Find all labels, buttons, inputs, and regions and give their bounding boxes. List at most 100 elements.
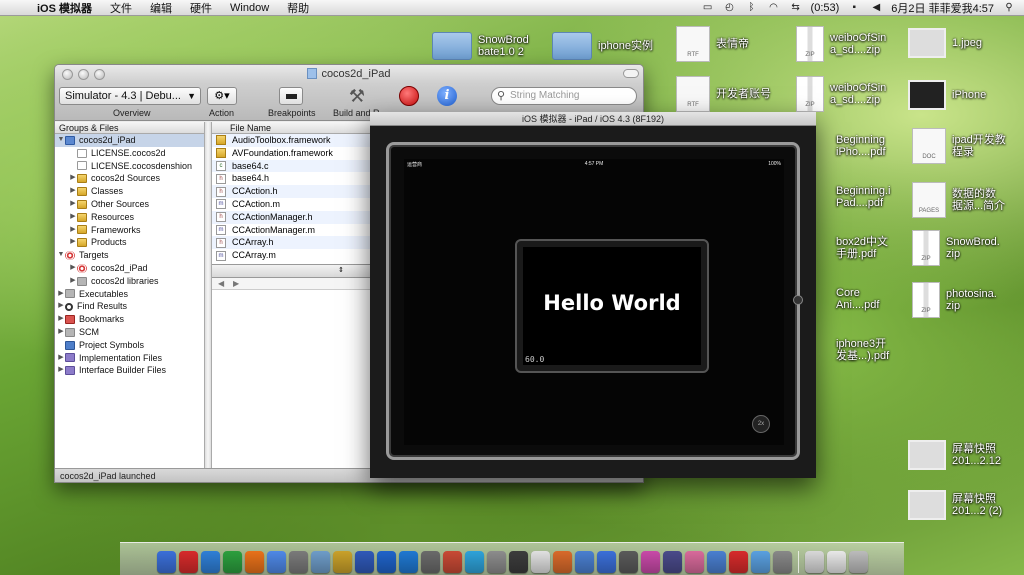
menu-help[interactable]: 帮助 — [278, 0, 318, 16]
simulator-titlebar[interactable]: iOS 模拟器 - iPad / iOS 4.3 (8F192) — [370, 112, 816, 126]
tree-item[interactable]: ▶ Products — [55, 236, 204, 249]
dock-app-icon[interactable] — [530, 551, 550, 573]
desktop-icon-screenshot[interactable]: 屏幕快照 201...2 (2) — [908, 490, 1002, 520]
stepper-icon[interactable]: ⇕ — [336, 266, 346, 276]
menu-clock[interactable]: 6月2日 菲菲爱我4:57 — [891, 0, 994, 16]
tree-item[interactable]: ▶ Other Sources — [55, 198, 204, 211]
dock-app-icon[interactable] — [618, 551, 638, 573]
disclosure-triangle-icon[interactable]: ▼ — [57, 134, 65, 147]
bluetooth-icon[interactable]: ᛒ — [745, 2, 759, 13]
dock-app-icon[interactable] — [222, 551, 242, 573]
dock-app-icon[interactable] — [156, 551, 176, 573]
home-button[interactable] — [793, 295, 803, 305]
display-icon[interactable]: ▭ — [701, 2, 715, 13]
wifi-icon[interactable]: ◠ — [767, 2, 781, 13]
disclosure-triangle-icon[interactable]: ▶ — [69, 198, 77, 211]
volume-icon[interactable]: ◀ — [869, 2, 883, 13]
dock-app-icon[interactable] — [596, 551, 616, 573]
tree-item[interactable]: ▶ Bookmarks — [55, 313, 204, 326]
desktop-icon-folder[interactable]: iphone实例 — [552, 32, 653, 60]
desktop-icon-file[interactable]: RTF 表情帝 — [676, 26, 749, 62]
tree-item[interactable]: ▶ Implementation Files — [55, 352, 204, 365]
dock-app-icon[interactable] — [574, 551, 594, 573]
dock-app-icon[interactable] — [728, 551, 748, 573]
disclosure-triangle-icon[interactable]: ▶ — [57, 326, 65, 339]
disclosure-triangle-icon[interactable]: ▶ — [69, 262, 77, 275]
dock-app-icon[interactable] — [442, 551, 462, 573]
desktop-icon-screenshot[interactable]: 屏幕快照 201...2.12 — [908, 440, 1001, 470]
dock-app-icon[interactable] — [826, 551, 846, 573]
dock-app-icon[interactable] — [508, 551, 528, 573]
dock-app-icon[interactable] — [750, 551, 770, 573]
dock-app-icon[interactable] — [332, 551, 352, 573]
menu-window[interactable]: Window — [221, 2, 278, 14]
zoom-2x-button[interactable]: 2x — [752, 415, 770, 433]
desktop-icon-file[interactable]: Beginning.i Pad....pdf — [836, 185, 890, 209]
disclosure-triangle-icon[interactable]: ▶ — [69, 211, 77, 224]
xcode-titlebar[interactable]: cocos2d_iPad — [55, 65, 643, 83]
ipad-screen[interactable]: 运营商 4:57 PM 100% Hello World 60.0 2x — [404, 159, 784, 445]
zoom-button[interactable] — [94, 69, 105, 80]
disclosure-triangle-icon[interactable]: ▶ — [57, 288, 65, 301]
cocos2d-view[interactable]: Hello World 60.0 — [523, 247, 701, 365]
dock-app-icon[interactable] — [200, 551, 220, 573]
tree-item[interactable]: ▶ Find Results — [55, 300, 204, 313]
tree-item[interactable]: ▶ cocos2d_iPad — [55, 262, 204, 275]
desktop-icon-folder[interactable]: SnowBrod bate1.0 2 — [432, 32, 529, 60]
dock-app-icon[interactable] — [288, 551, 308, 573]
tasks-stop-button[interactable] — [399, 86, 419, 106]
menu-app-name[interactable]: iOS 模拟器 — [28, 0, 101, 16]
tree-item[interactable]: LICENSE.cocosdenshion — [55, 160, 204, 173]
tree-item[interactable]: LICENSE.cocos2d — [55, 147, 204, 160]
close-button[interactable] — [62, 69, 73, 80]
tree-item[interactable]: ▶ Frameworks — [55, 224, 204, 237]
desktop-icon-file[interactable]: iphone3开 发基...).pdf — [836, 338, 889, 362]
dock-app-icon[interactable] — [486, 551, 506, 573]
desktop-icon-file[interactable]: Core Ani....pdf — [836, 287, 879, 311]
battery-status[interactable]: (0:53) — [811, 2, 840, 14]
menu-edit[interactable]: 编辑 — [141, 0, 181, 16]
disclosure-triangle-icon[interactable]: ▶ — [57, 352, 65, 365]
timemachine-icon[interactable]: ◴ — [723, 2, 737, 13]
tree-item[interactable]: ▶ Classes — [55, 185, 204, 198]
dock-app-icon[interactable] — [662, 551, 682, 573]
dock-app-icon[interactable] — [552, 551, 572, 573]
dock-app-icon[interactable] — [804, 551, 824, 573]
tree-item[interactable]: ▶ cocos2d Sources — [55, 172, 204, 185]
desktop-icon-file[interactable]: RTF 开发者账号 — [676, 76, 771, 112]
menu-hardware[interactable]: 硬件 — [181, 0, 221, 16]
pane-splitter[interactable] — [205, 122, 212, 468]
desktop-icon-file[interactable]: ZIP SnowBrod. zip — [912, 230, 1000, 266]
toolbar-toggle-button[interactable] — [623, 69, 639, 78]
tree-item[interactable]: ▶ SCM — [55, 326, 204, 339]
desktop-icon-file[interactable]: ZIP weiboOfSin a_sd....zip — [796, 26, 886, 62]
sync-icon[interactable]: ⇆ — [789, 2, 803, 13]
disclosure-triangle-icon[interactable]: ▼ — [57, 249, 65, 262]
desktop-icon-file[interactable]: PAGES 数据的数 据源...简介 — [912, 182, 1005, 218]
disclosure-triangle-icon[interactable]: ▶ — [69, 185, 77, 198]
spotlight-icon[interactable]: ⚲ — [1002, 2, 1016, 13]
disclosure-triangle-icon[interactable]: ▶ — [69, 236, 77, 249]
dock-app-icon[interactable] — [640, 551, 660, 573]
desktop-icon-file[interactable]: box2d中文 手册.pdf — [836, 236, 888, 260]
dock-app-icon[interactable] — [684, 551, 704, 573]
tree-item[interactable]: ▼ cocos2d_iPad — [55, 134, 204, 147]
build-hammer-icon[interactable]: ⚒ — [345, 85, 369, 107]
tree-item[interactable]: ▶ Interface Builder Files — [55, 364, 204, 377]
disclosure-triangle-icon[interactable]: ▶ — [69, 224, 77, 237]
desktop-icon-file[interactable]: ZIP weiboOfSin a_sd....zip — [796, 76, 886, 112]
disclosure-triangle-icon[interactable]: ▶ — [69, 172, 77, 185]
dock-app-icon[interactable] — [178, 551, 198, 573]
info-icon[interactable]: i — [437, 86, 457, 106]
tree-item[interactable]: ▶ cocos2d libraries — [55, 275, 204, 288]
dock-app-icon[interactable] — [420, 551, 440, 573]
search-field[interactable]: ⚲ String Matching — [491, 87, 637, 105]
minimize-button[interactable] — [78, 69, 89, 80]
action-button[interactable]: ⚙▾ — [207, 87, 237, 105]
back-arrow-icon[interactable]: ◀ — [218, 279, 224, 288]
flag-icon[interactable]: ▪ — [847, 2, 861, 13]
desktop-icon-file[interactable]: ZIP photosina. zip — [912, 282, 997, 318]
scheme-popup[interactable]: Simulator - 4.3 | Debu... ▼ — [59, 87, 201, 105]
desktop-icon-file[interactable]: DOC ipad开发教 程录 — [912, 128, 1006, 164]
desktop-icon-file[interactable]: Beginning iPho....pdf — [836, 134, 886, 158]
